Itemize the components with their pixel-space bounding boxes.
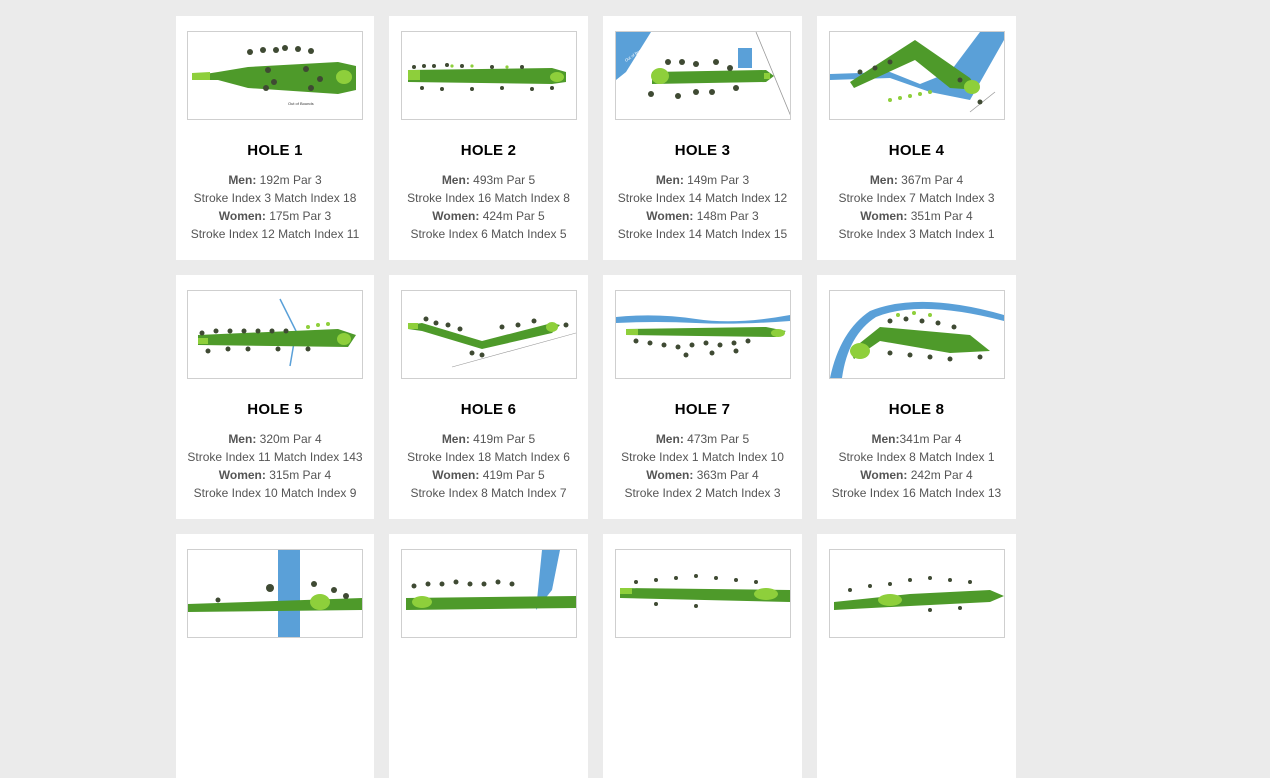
- holes-grid: Out of Bounds HOLE 1 Men: 192m Par 3 Str…: [176, 16, 1016, 778]
- women-distance-par: 363m Par 4: [693, 468, 759, 482]
- hole-card[interactable]: Out of Bounds HOLE 1 Men: 192m Par 3 Str…: [176, 16, 374, 260]
- men-index: Stroke Index 14 Match Index 12: [617, 191, 788, 205]
- men-distance-par: 149m Par 3: [683, 173, 750, 187]
- hole-title: HOLE 4: [888, 142, 945, 159]
- women-distance-par: 424m Par 5: [479, 209, 545, 223]
- hole-map-image[interactable]: [614, 549, 791, 638]
- women-distance-par: 242m Par 4: [907, 468, 973, 482]
- women-info: Women: 419m Par 5: [400, 466, 577, 484]
- women-index: Stroke Index 10 Match Index 9: [193, 486, 357, 500]
- men-info: Men: 367m Par 4: [828, 171, 1005, 189]
- map-label: Out of Bounds: [288, 101, 314, 106]
- women-distance-par: 419m Par 5: [479, 468, 545, 482]
- men-info: Men: 192m Par 3: [187, 171, 363, 189]
- men-index: Stroke Index 7 Match Index 3: [838, 191, 995, 205]
- women-distance-par: 315m Par 4: [265, 468, 332, 482]
- men-label: Men:: [441, 173, 470, 187]
- men-info: Men: 473m Par 5: [614, 430, 791, 448]
- hole-map-image[interactable]: [614, 290, 791, 379]
- hole-title: HOLE 6: [460, 401, 517, 418]
- hole-title: HOLE 2: [460, 142, 517, 159]
- women-label: Women:: [860, 209, 908, 223]
- men-info: Men: 320m Par 4: [187, 430, 363, 448]
- hole-map-image[interactable]: [187, 549, 363, 638]
- hole-map-image[interactable]: [400, 549, 577, 638]
- hole-title: HOLE 1: [247, 142, 303, 159]
- men-label: Men:: [228, 432, 257, 446]
- women-info: Women: 363m Par 4: [614, 466, 791, 484]
- hole-card[interactable]: HOLE 7 Men: 473m Par 5 Stroke Index 1 Ma…: [603, 275, 802, 519]
- men-label: Men:: [441, 432, 470, 446]
- men-index: Stroke Index 3 Match Index 18: [193, 191, 357, 205]
- hole-map-image[interactable]: [187, 290, 363, 379]
- women-distance-par: 351m Par 4: [907, 209, 973, 223]
- men-distance-par: 341m Par 4: [899, 432, 962, 446]
- women-label: Women:: [432, 209, 480, 223]
- hole-title: HOLE 7: [674, 401, 731, 418]
- hole-map-image[interactable]: [400, 31, 577, 120]
- men-info: Men: 149m Par 3: [614, 171, 791, 189]
- women-distance-par: 175m Par 3: [265, 209, 332, 223]
- women-label: Women:: [646, 209, 694, 223]
- women-info: Women: 424m Par 5: [400, 207, 577, 225]
- hole-title: HOLE 5: [247, 401, 303, 418]
- women-label: Women:: [860, 468, 908, 482]
- hole-card[interactable]: HOLE 4 Men: 367m Par 4 Stroke Index 7 Ma…: [817, 16, 1016, 260]
- hole-title: HOLE 8: [888, 401, 945, 418]
- women-index: Stroke Index 3 Match Index 1: [838, 227, 995, 241]
- women-index: Stroke Index 14 Match Index 15: [617, 227, 788, 241]
- men-index: Stroke Index 8 Match Index 1: [838, 450, 995, 464]
- women-info: Women: 351m Par 4: [828, 207, 1005, 225]
- men-index: Stroke Index 16 Match Index 8: [407, 191, 570, 205]
- women-info: Women: 315m Par 4: [187, 466, 363, 484]
- hole-map-image[interactable]: [828, 290, 1005, 379]
- men-index: Stroke Index 11 Match Index 143: [187, 450, 363, 464]
- hole-map-image[interactable]: [828, 549, 1005, 638]
- hole-map-image[interactable]: Out of Bounds: [614, 31, 791, 120]
- men-index: Stroke Index 1 Match Index 10: [621, 450, 784, 464]
- women-index: Stroke Index 6 Match Index 5: [410, 227, 567, 241]
- women-info: Women: 148m Par 3: [614, 207, 791, 225]
- men-distance-par: 320m Par 4: [256, 432, 322, 446]
- men-info: Men: 419m Par 5: [400, 430, 577, 448]
- men-label: Men:: [869, 173, 898, 187]
- hole-map-image[interactable]: [400, 290, 577, 379]
- women-index: Stroke Index 16 Match Index 13: [831, 486, 1002, 500]
- women-label: Women:: [432, 468, 480, 482]
- men-distance-par: 473m Par 5: [683, 432, 750, 446]
- hole-title: HOLE 3: [674, 142, 731, 159]
- women-info: Women: 175m Par 3: [187, 207, 363, 225]
- men-label: Men:: [871, 432, 900, 446]
- men-label: Men:: [228, 173, 257, 187]
- hole-map-image[interactable]: Out of Bounds: [187, 31, 363, 120]
- men-distance-par: 493m Par 5: [469, 173, 536, 187]
- hole-card[interactable]: HOLE 6 Men: 419m Par 5 Stroke Index 18 M…: [389, 275, 588, 519]
- hole-card[interactable]: [176, 534, 374, 778]
- men-info: Men: 493m Par 5: [400, 171, 577, 189]
- hole-card[interactable]: Out of Bounds HOLE 3 Men: 149m Par 3 Str…: [603, 16, 802, 260]
- men-distance-par: 367m Par 4: [897, 173, 964, 187]
- men-index: Stroke Index 18 Match Index 6: [407, 450, 570, 464]
- hole-card[interactable]: HOLE 8 Men:341m Par 4 Stroke Index 8 Mat…: [817, 275, 1016, 519]
- women-distance-par: 148m Par 3: [693, 209, 759, 223]
- women-index: Stroke Index 12 Match Index 11: [190, 227, 360, 241]
- hole-card[interactable]: [817, 534, 1016, 778]
- men-distance-par: 192m Par 3: [256, 173, 322, 187]
- women-label: Women:: [218, 209, 266, 223]
- hole-card[interactable]: HOLE 2 Men: 493m Par 5 Stroke Index 16 M…: [389, 16, 588, 260]
- men-info: Men:341m Par 4: [828, 430, 1005, 448]
- hole-card[interactable]: [389, 534, 588, 778]
- hole-card[interactable]: [603, 534, 802, 778]
- women-index: Stroke Index 8 Match Index 7: [410, 486, 567, 500]
- hole-map-image[interactable]: [828, 31, 1005, 120]
- men-label: Men:: [655, 432, 684, 446]
- men-distance-par: 419m Par 5: [469, 432, 536, 446]
- women-label: Women:: [218, 468, 266, 482]
- men-label: Men:: [655, 173, 684, 187]
- women-info: Women: 242m Par 4: [828, 466, 1005, 484]
- hole-card[interactable]: HOLE 5 Men: 320m Par 4 Stroke Index 11 M…: [176, 275, 374, 519]
- women-index: Stroke Index 2 Match Index 3: [624, 486, 781, 500]
- women-label: Women:: [646, 468, 694, 482]
